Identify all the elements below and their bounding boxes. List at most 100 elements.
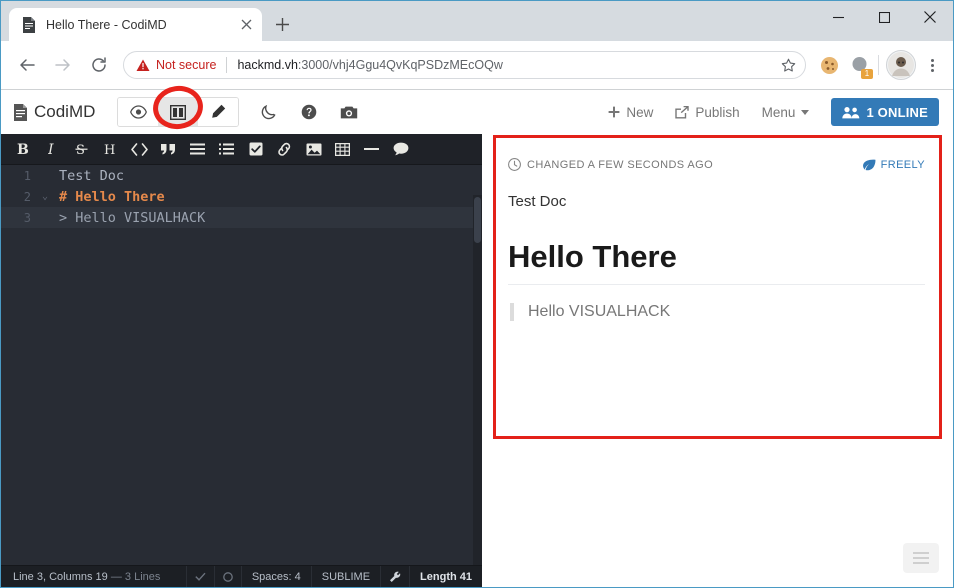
new-note-button[interactable]: New [608,105,653,120]
code-line[interactable]: 2 ⌄ # Hello There [1,186,482,207]
line-number: 3 [23,210,31,225]
bold-button[interactable]: B [9,134,38,164]
online-label: 1 ONLINE [866,104,928,120]
three-dot-menu-icon[interactable] [919,51,945,79]
italic-button[interactable]: I [38,134,67,164]
line-text: # Hello There [59,188,165,205]
code-area[interactable]: 1 Test Doc 2 ⌄ # Hello There 3 > Hello V… [1,165,482,565]
publish-button[interactable]: Publish [675,104,740,120]
code-line-active[interactable]: 3 > Hello VISUALHACK [1,207,482,228]
line-number: 2 [23,189,31,204]
changed-label: CHANGED A FEW SECONDS AGO [527,158,714,171]
preview-heading: Hello There [508,238,925,286]
comment-button[interactable] [386,134,415,164]
close-icon[interactable] [236,15,256,35]
horizontal-rule-button[interactable] [357,134,386,164]
svg-text:I: I [48,142,54,156]
ordered-list-button[interactable] [212,134,241,164]
quote-button[interactable] [154,134,183,164]
codimd-brand[interactable]: CodiMD [13,102,95,122]
unordered-list-button[interactable] [183,134,212,164]
keymap-setting[interactable]: SUBLIME [310,566,380,587]
preview-meta-bar: CHANGED A FEW SECONDS AGO FREELY [508,158,925,171]
codimd-app: CodiMD New Publish Menu 1 ONLINE B I S H… [1,90,953,587]
reload-icon[interactable] [84,50,114,80]
view-mode-group [117,97,240,127]
preview-content: CHANGED A FEW SECONDS AGO FREELY Test Do… [482,134,953,322]
editor-status-bar: Line 3, Columns 19 — 3 Lines Spaces: 4 S… [1,565,482,587]
editor-toolbar: B I S H [1,134,482,165]
external-link-icon [675,105,690,119]
browser-toolbar: Not secure hackmd.vh:3000/vhj4Ggu4QvKqPS… [1,41,953,90]
star-icon[interactable] [777,54,799,76]
publish-label: Publish [695,104,740,120]
permission-indicator[interactable]: FREELY [862,159,925,171]
table-button[interactable] [328,134,357,164]
code-line[interactable]: 1 Test Doc [1,165,482,186]
help-button[interactable] [289,98,329,126]
tab-strip: Hello There - CodiMD [1,1,953,41]
users-icon [842,106,860,119]
brand-label: CodiMD [34,102,96,121]
caret-down-icon [801,109,810,115]
plus-icon [608,106,620,118]
night-mode-button[interactable] [249,98,289,126]
image-button[interactable] [299,134,328,164]
toc-hamburger-icon[interactable] [903,543,939,573]
line-text: > Hello VISUALHACK [59,209,206,226]
forward-arrow-icon[interactable] [48,50,78,80]
code-button[interactable] [125,134,154,164]
cookie-icon[interactable] [816,52,842,78]
toolbar-divider [878,55,879,75]
document-icon [21,16,37,33]
link-button[interactable] [270,134,299,164]
address-bar[interactable]: Not secure hackmd.vh:3000/vhj4Ggu4QvKqPS… [123,51,806,79]
editor-scrollbar[interactable] [473,195,482,565]
security-label: Not secure [156,58,217,72]
new-tab-button[interactable] [268,10,296,38]
preview-paragraph: Test Doc [508,193,567,210]
url-host: hackmd.vh [237,58,298,72]
editor-preview-split: B I S H 1 Test Doc 2 ⌄ # Hello There 3 >… [1,134,953,587]
menu-label: Menu [761,104,796,120]
omnibox-divider [226,57,228,73]
view-mode-both-button[interactable] [158,98,199,126]
line-count: — 3 Lines [110,570,161,583]
maximize-icon[interactable] [861,1,907,33]
indent-setting[interactable]: Spaces: 4 [240,566,311,587]
markdown-editor-pane: B I S H 1 Test Doc 2 ⌄ # Hello There 3 >… [1,134,482,587]
window-controls [815,1,953,33]
tab-title: Hello There - CodiMD [46,17,167,32]
extension-circle-icon[interactable]: 1 [846,52,873,79]
security-status[interactable]: Not secure [136,58,216,72]
wrench-icon[interactable] [380,566,409,587]
heading-button[interactable]: H [96,134,125,164]
clock-icon [508,158,521,171]
minimize-icon[interactable] [815,1,861,33]
online-count-button[interactable]: 1 ONLINE [831,98,939,126]
check-list-button[interactable] [241,134,270,164]
svg-text:H: H [104,143,115,156]
snapshot-button[interactable] [329,98,369,126]
preview-blockquote: Hello VISUALHACK [510,303,925,322]
avatar[interactable] [886,50,916,80]
line-text: Test Doc [59,167,125,184]
view-mode-edit-button[interactable] [198,98,239,126]
extension-badge-count: 1 [861,69,873,79]
new-note-label: New [626,104,654,120]
app-navbar: CodiMD New Publish Menu 1 ONLINE [1,90,953,134]
fold-marker[interactable]: ⌄ [37,191,53,202]
url-text: hackmd.vh:3000/vhj4Ggu4QvKqPSDzMEcOQw [237,58,777,72]
preview-pane: CHANGED A FEW SECONDS AGO FREELY Test Do… [482,134,953,587]
permission-label: FREELY [880,158,925,171]
svg-text:B: B [17,142,29,156]
view-mode-preview-button[interactable] [118,98,159,126]
document-icon [13,103,28,121]
browser-tab[interactable]: Hello There - CodiMD [9,8,262,41]
menu-dropdown[interactable]: Menu [762,105,810,120]
close-icon[interactable] [907,1,953,33]
browser-window: Hello There - CodiMD Not secure hackmd.v… [0,0,954,588]
strikethrough-button[interactable]: S [67,134,96,164]
back-arrow-icon[interactable] [12,50,42,80]
circle-icon [213,566,241,587]
